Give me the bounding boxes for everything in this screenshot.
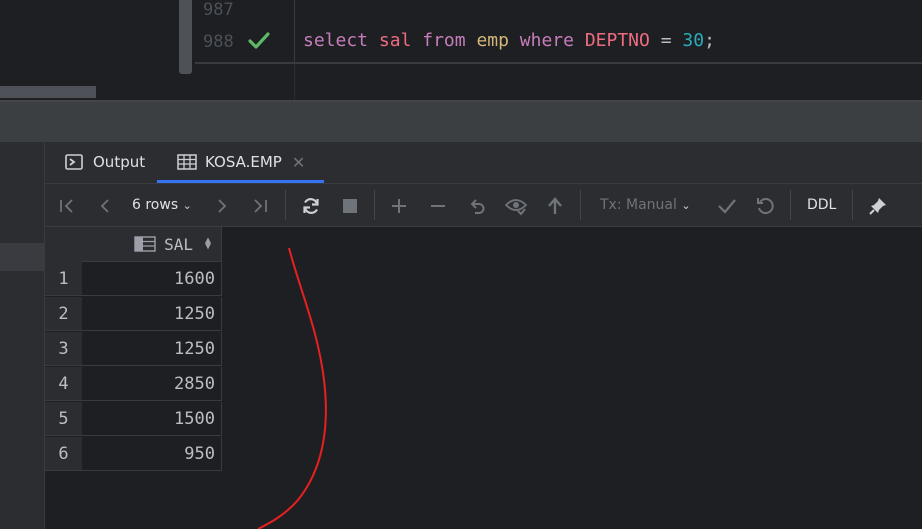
operator: =: [660, 30, 672, 51]
project-panel: [0, 0, 195, 100]
close-icon[interactable]: ✕: [292, 153, 305, 172]
chevron-down-icon: ⌄: [182, 199, 192, 212]
checkmark-icon: [247, 31, 271, 55]
column-sal: sal: [378, 30, 412, 51]
tab-kosa-emp[interactable]: KOSA.EMP ✕: [177, 142, 305, 182]
transaction-mode-selector[interactable]: Tx: Manual ⌄: [600, 197, 691, 213]
table-icon: [177, 154, 197, 170]
column-header-sal[interactable]: SAL ▲ ▼: [82, 227, 222, 262]
transaction-mode: Tx: Manual: [600, 197, 677, 213]
tab-output[interactable]: Output: [65, 142, 145, 182]
number-literal: 30: [682, 30, 705, 51]
tab-output-label: Output: [93, 153, 146, 171]
cell-sal[interactable]: 1250: [82, 297, 222, 331]
line-number: 987: [203, 0, 234, 20]
revert-icon[interactable]: [463, 192, 491, 220]
sql-statement[interactable]: select sal from emp where DEPTNO = 30;: [303, 30, 715, 51]
table-emp: emp: [476, 30, 509, 51]
pin-icon[interactable]: [864, 192, 892, 220]
toolbar-separator: [852, 190, 853, 220]
toolbar-separator: [374, 190, 375, 220]
cell-sal[interactable]: 2850: [82, 367, 222, 401]
submit-icon[interactable]: [541, 192, 569, 220]
row-number[interactable]: 5: [45, 402, 82, 436]
tab-table-label: KOSA.EMP: [205, 153, 282, 171]
gutter-separator: [294, 0, 295, 62]
add-row-icon[interactable]: [385, 192, 413, 220]
last-page-icon[interactable]: [246, 192, 274, 220]
vertical-scrollbar-thumb[interactable]: [179, 0, 192, 74]
rollback-icon[interactable]: [751, 192, 779, 220]
table-icon: [134, 236, 156, 252]
preview-icon[interactable]: [502, 192, 530, 220]
toolbar-separator: [790, 190, 791, 220]
semicolon: ;: [704, 30, 715, 51]
tree-selected-item[interactable]: [0, 243, 44, 271]
row-number[interactable]: 4: [45, 367, 82, 401]
cell-sal[interactable]: 950: [82, 437, 222, 471]
line-separator: [195, 62, 922, 64]
row-number[interactable]: 3: [45, 332, 82, 366]
services-tree: [0, 142, 45, 529]
horizontal-scrollbar-thumb[interactable]: [0, 86, 96, 98]
toolbar-separator: [580, 190, 581, 220]
rows-count-selector[interactable]: 6 rows ⌄: [132, 197, 192, 213]
delete-row-icon[interactable]: [424, 192, 452, 220]
row-number[interactable]: 6: [45, 437, 82, 471]
reload-icon[interactable]: [297, 192, 325, 220]
keyword-where: where: [519, 30, 574, 51]
panel-splitter[interactable]: [0, 100, 922, 142]
row-number[interactable]: 1: [45, 262, 82, 296]
console-icon: [65, 154, 83, 170]
first-page-icon[interactable]: [53, 192, 81, 220]
column-header-label: SAL: [164, 234, 193, 254]
cell-sal[interactable]: 1600: [82, 262, 222, 296]
cell-sal[interactable]: 1500: [82, 402, 222, 436]
line-number: 988: [203, 32, 234, 52]
commit-icon[interactable]: [713, 192, 741, 220]
ddl-button[interactable]: DDL: [807, 197, 836, 213]
prev-page-icon[interactable]: [91, 192, 119, 220]
cell-sal[interactable]: 1250: [82, 332, 222, 366]
row-number[interactable]: 2: [45, 297, 82, 331]
keyword-from: from: [422, 30, 466, 51]
stop-icon[interactable]: [336, 192, 364, 220]
chevron-down-icon: ⌄: [681, 199, 691, 212]
column-deptno: DEPTNO: [584, 30, 650, 51]
grid-corner: [45, 227, 82, 263]
toolbar-separator: [285, 190, 286, 220]
active-tab-indicator: [157, 180, 324, 183]
keyword-select: select: [303, 30, 369, 51]
next-page-icon[interactable]: [208, 192, 236, 220]
sort-icon[interactable]: ▲ ▼: [205, 236, 211, 252]
rows-count: 6 rows: [132, 197, 179, 213]
